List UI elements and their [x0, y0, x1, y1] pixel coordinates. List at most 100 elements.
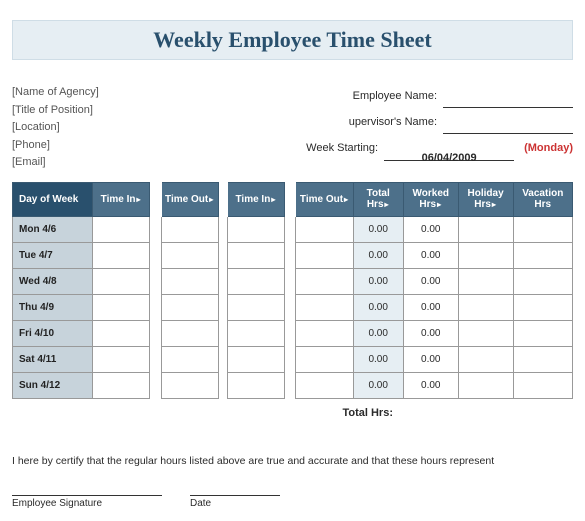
week-start-day: (Monday) — [524, 136, 573, 160]
col-sep — [284, 182, 295, 216]
vacation-hrs-cell[interactable] — [513, 216, 572, 242]
worked-hrs-cell: 0.00 — [403, 320, 458, 346]
sep-cell — [150, 242, 161, 268]
holiday-hrs-cell[interactable] — [458, 268, 513, 294]
arrow-icon: ▸ — [271, 195, 275, 204]
holiday-hrs-cell[interactable] — [458, 372, 513, 398]
table-row: Sun 4/120.000.00 — [13, 372, 573, 398]
arrow-icon: ▸ — [385, 200, 389, 209]
worked-hrs-cell: 0.00 — [403, 346, 458, 372]
holiday-hrs-cell[interactable] — [458, 294, 513, 320]
time-in-cell[interactable] — [93, 372, 150, 398]
holiday-hrs-cell[interactable] — [458, 320, 513, 346]
employee-name-field[interactable] — [443, 93, 573, 108]
week-starting-field[interactable]: 06/04/2009 — [384, 146, 514, 161]
week-starting-label: Week Starting: — [306, 136, 378, 160]
holiday-hrs-cell[interactable] — [458, 346, 513, 372]
vacation-hrs-cell[interactable] — [513, 320, 572, 346]
employee-block: Employee Name: upervisor's Name: Week St… — [293, 84, 574, 172]
sep-cell — [284, 346, 295, 372]
time-in-cell[interactable] — [93, 346, 150, 372]
sep-cell — [218, 372, 227, 398]
location: [Location] — [12, 119, 293, 137]
total-hrs-cell: 0.00 — [353, 346, 403, 372]
email: [Email] — [12, 154, 293, 172]
time-in-cell[interactable] — [93, 268, 150, 294]
time-out-cell[interactable] — [161, 242, 218, 268]
phone: [Phone] — [12, 137, 293, 155]
total-hrs-cell: 0.00 — [353, 294, 403, 320]
col-time-in2: Time In▸ — [227, 182, 284, 216]
col-time-in: Time In▸ — [93, 182, 150, 216]
sep-cell — [150, 294, 161, 320]
time-out2-cell[interactable] — [296, 216, 353, 242]
day-cell: Sun 4/12 — [13, 372, 93, 398]
sep-cell — [150, 346, 161, 372]
total-hrs-cell: 0.00 — [353, 268, 403, 294]
time-in2-cell[interactable] — [227, 320, 284, 346]
table-row: Thu 4/90.000.00 — [13, 294, 573, 320]
time-out2-cell[interactable] — [296, 294, 353, 320]
table-row: Tue 4/70.000.00 — [13, 242, 573, 268]
timesheet-table: Day of Week Time In▸ Time Out▸ Time In▸ … — [12, 182, 573, 399]
worked-hrs-cell: 0.00 — [403, 372, 458, 398]
sep-cell — [150, 268, 161, 294]
time-out2-cell[interactable] — [296, 268, 353, 294]
time-in-cell[interactable] — [93, 320, 150, 346]
certification-text: I here by certify that the regular hours… — [12, 455, 573, 467]
supervisor-name-label: upervisor's Name: — [349, 110, 437, 134]
time-out-cell[interactable] — [161, 346, 218, 372]
day-cell: Wed 4/8 — [13, 268, 93, 294]
total-hrs-cell: 0.00 — [353, 242, 403, 268]
col-time-out: Time Out▸ — [161, 182, 218, 216]
time-in2-cell[interactable] — [227, 268, 284, 294]
arrow-icon: ▸ — [492, 200, 496, 209]
sep-cell — [284, 216, 295, 242]
sep-cell — [218, 268, 227, 294]
worked-hrs-cell: 0.00 — [403, 242, 458, 268]
date-label: Date — [190, 495, 280, 509]
holiday-hrs-cell[interactable] — [458, 216, 513, 242]
time-in2-cell[interactable] — [227, 216, 284, 242]
vacation-hrs-cell[interactable] — [513, 294, 572, 320]
employee-name-label: Employee Name: — [353, 84, 437, 108]
col-time-out2: Time Out▸ — [296, 182, 353, 216]
time-in-cell[interactable] — [93, 242, 150, 268]
sep-cell — [218, 216, 227, 242]
sep-cell — [150, 216, 161, 242]
time-out2-cell[interactable] — [296, 372, 353, 398]
col-worked-hrs: Worked Hrs▸ — [403, 182, 458, 216]
worked-hrs-cell: 0.00 — [403, 268, 458, 294]
time-out-cell[interactable] — [161, 294, 218, 320]
holiday-hrs-cell[interactable] — [458, 242, 513, 268]
total-hrs-label: Total Hrs: — [342, 407, 393, 419]
day-cell: Sat 4/11 — [13, 346, 93, 372]
worked-hrs-cell: 0.00 — [403, 216, 458, 242]
time-out2-cell[interactable] — [296, 320, 353, 346]
table-row: Wed 4/8 0.000.00 — [13, 268, 573, 294]
time-in2-cell[interactable] — [227, 294, 284, 320]
time-out2-cell[interactable] — [296, 346, 353, 372]
time-in-cell[interactable] — [93, 294, 150, 320]
vacation-hrs-cell[interactable] — [513, 242, 572, 268]
time-out-cell[interactable] — [161, 216, 218, 242]
col-sep — [150, 182, 161, 216]
time-out-cell[interactable] — [161, 320, 218, 346]
time-out-cell[interactable] — [161, 372, 218, 398]
day-cell: Mon 4/6 — [13, 216, 93, 242]
vacation-hrs-cell[interactable] — [513, 372, 572, 398]
vacation-hrs-cell[interactable] — [513, 346, 572, 372]
vacation-hrs-cell[interactable] — [513, 268, 572, 294]
col-holiday-hrs: Holiday Hrs▸ — [458, 182, 513, 216]
total-hrs-cell: 0.00 — [353, 320, 403, 346]
time-out2-cell[interactable] — [296, 242, 353, 268]
time-out-cell[interactable] — [161, 268, 218, 294]
time-in2-cell[interactable] — [227, 242, 284, 268]
page-title: Weekly Employee Time Sheet — [13, 27, 572, 53]
time-in2-cell[interactable] — [227, 346, 284, 372]
supervisor-name-field[interactable] — [443, 119, 573, 134]
time-in2-cell[interactable] — [227, 372, 284, 398]
meta-block: [Name of Agency] [Title of Position] [Lo… — [12, 84, 573, 172]
time-in-cell[interactable] — [93, 216, 150, 242]
employee-signature-label: Employee Signature — [12, 495, 162, 509]
